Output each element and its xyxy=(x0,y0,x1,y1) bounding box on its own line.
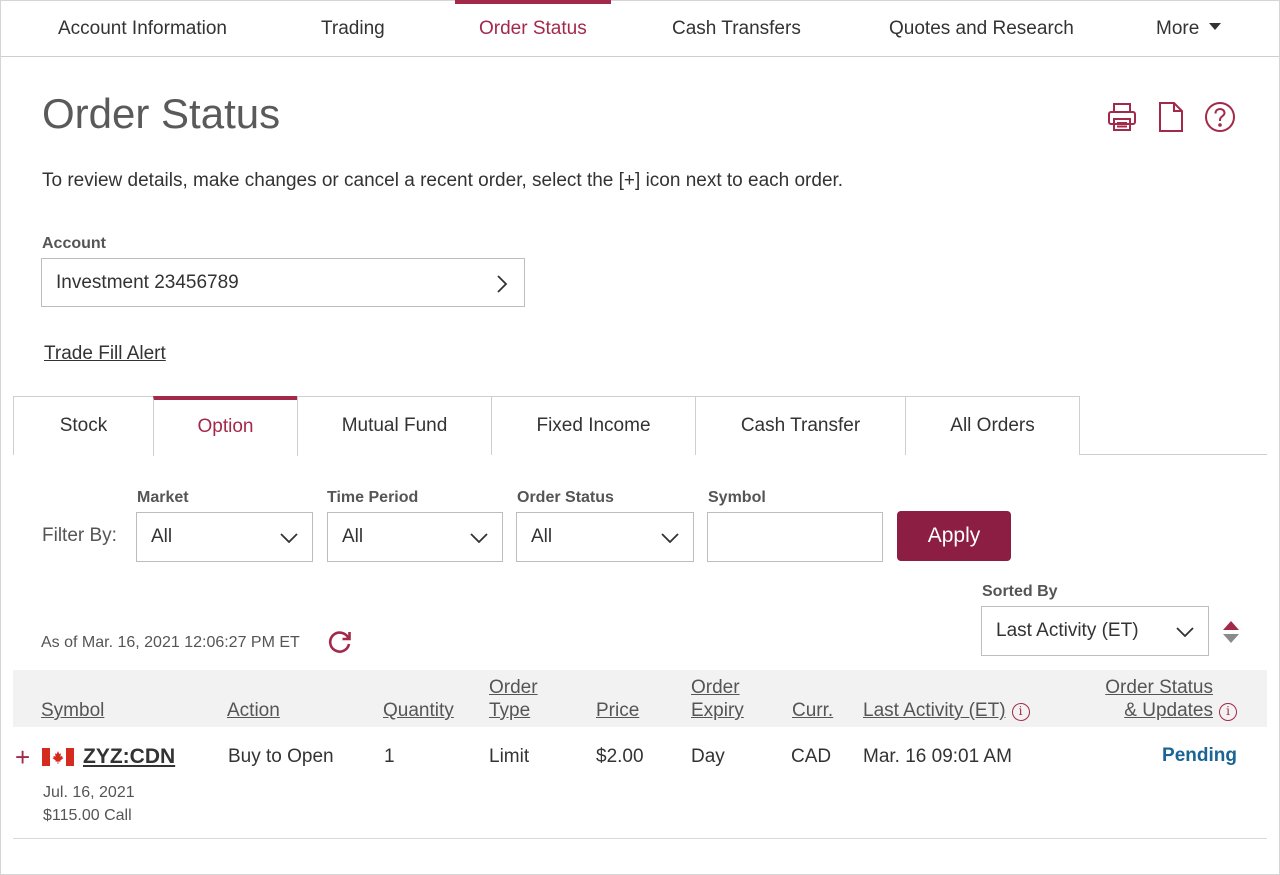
top-nav: Account Information Trading Order Status… xyxy=(1,0,1279,57)
order-status-label: Order Status xyxy=(517,489,614,506)
expand-order-button[interactable]: + xyxy=(15,744,30,770)
header-symbol[interactable]: Symbol xyxy=(41,699,104,722)
sort-direction-toggle[interactable] xyxy=(1222,620,1240,649)
order-currency: CAD xyxy=(791,746,832,767)
header-order-status-line1: Order Status xyxy=(1105,677,1213,698)
market-value: All xyxy=(151,526,173,547)
nav-trading[interactable]: Trading xyxy=(321,0,385,56)
nav-more-label: More xyxy=(1156,18,1200,39)
order-quantity: 1 xyxy=(384,746,395,767)
filter-by-label: Filter By: xyxy=(42,525,117,546)
header-order-expiry-line1: Order xyxy=(691,677,740,698)
page-description: To review details, make changes or cance… xyxy=(42,170,844,191)
trade-fill-alert-link[interactable]: Trade Fill Alert xyxy=(44,343,166,365)
market-label: Market xyxy=(137,489,189,506)
order-price: $2.00 xyxy=(596,746,644,767)
chevron-down-icon xyxy=(470,533,488,543)
option-strike: $115.00 Call xyxy=(43,807,132,824)
sorted-by-label: Sorted By xyxy=(982,583,1058,600)
time-period-select[interactable]: All xyxy=(327,512,503,562)
order-status-value: All xyxy=(531,526,553,547)
option-expiry-date: Jul. 16, 2021 xyxy=(43,784,135,801)
row-divider xyxy=(13,838,1267,839)
order-expiry: Day xyxy=(691,746,725,767)
page-title: Order Status xyxy=(42,90,281,137)
account-value: Investment 23456789 xyxy=(56,272,239,293)
refresh-icon[interactable] xyxy=(327,629,353,660)
header-last-activity[interactable]: Last Activity (ET) i xyxy=(863,699,1030,722)
header-currency[interactable]: Curr. xyxy=(792,699,833,722)
market-select[interactable]: All xyxy=(136,512,313,562)
nav-cash-transfers[interactable]: Cash Transfers xyxy=(672,0,801,56)
header-order-type[interactable]: Order Type xyxy=(489,676,538,722)
document-icon[interactable] xyxy=(1156,101,1186,138)
nav-account-information[interactable]: Account Information xyxy=(58,0,227,56)
tab-all-orders[interactable]: All Orders xyxy=(905,396,1080,455)
header-action[interactable]: Action xyxy=(227,699,280,722)
as-of-timestamp: As of Mar. 16, 2021 12:06:27 PM ET xyxy=(41,634,300,651)
tab-option[interactable]: Option xyxy=(153,396,298,456)
chevron-down-icon xyxy=(661,533,679,543)
account-label: Account xyxy=(42,235,106,252)
tab-stock[interactable]: Stock xyxy=(13,396,154,455)
header-last-activity-label: Last Activity (ET) xyxy=(863,700,1006,721)
time-period-label: Time Period xyxy=(327,489,419,506)
sorted-by-select[interactable]: Last Activity (ET) xyxy=(981,606,1209,656)
tab-cash-transfer[interactable]: Cash Transfer xyxy=(695,396,906,455)
sorted-by-value: Last Activity (ET) xyxy=(996,620,1139,641)
account-selector[interactable]: Investment 23456789 xyxy=(41,258,525,307)
header-order-expiry[interactable]: Order Expiry xyxy=(691,676,744,722)
header-quantity[interactable]: Quantity xyxy=(383,699,454,722)
chevron-down-icon xyxy=(1176,627,1194,637)
nav-order-status[interactable]: Order Status xyxy=(455,0,611,56)
nav-quotes-and-research[interactable]: Quotes and Research xyxy=(889,0,1074,56)
orders-table-header: Symbol Action Quantity Order Type Price … xyxy=(13,670,1267,727)
print-icon[interactable] xyxy=(1106,101,1138,138)
nav-more[interactable]: More xyxy=(1156,0,1222,56)
time-period-value: All xyxy=(342,526,364,547)
caret-down-icon xyxy=(1209,23,1222,31)
sort-arrows-icon xyxy=(1223,621,1239,643)
info-icon[interactable]: i xyxy=(1219,703,1237,721)
header-order-expiry-line2: Expiry xyxy=(691,700,744,721)
apply-button[interactable]: Apply xyxy=(897,511,1011,561)
order-last-activity: Mar. 16 09:01 AM xyxy=(863,746,1012,767)
tab-mutual-fund[interactable]: Mutual Fund xyxy=(297,396,492,455)
header-price[interactable]: Price xyxy=(596,699,639,722)
canada-flag-icon xyxy=(42,748,74,771)
header-order-type-line2: Type xyxy=(489,700,531,721)
order-symbol-link[interactable]: ZYZ:CDN xyxy=(83,745,175,769)
order-action: Buy to Open xyxy=(228,746,334,767)
chevron-right-icon xyxy=(497,275,508,293)
order-type-tabs: Stock Option Mutual Fund Fixed Income Ca… xyxy=(13,396,1267,456)
symbol-input[interactable] xyxy=(707,512,883,562)
header-order-type-line1: Order xyxy=(489,677,538,698)
symbol-label: Symbol xyxy=(708,489,766,506)
tab-fixed-income[interactable]: Fixed Income xyxy=(491,396,696,455)
header-order-status[interactable]: Order Status & Updates i xyxy=(1105,676,1237,722)
help-icon[interactable] xyxy=(1204,101,1236,138)
chevron-down-icon xyxy=(280,533,298,543)
order-status-badge[interactable]: Pending xyxy=(1162,745,1237,767)
order-status-select[interactable]: All xyxy=(516,512,694,562)
header-order-status-line2: & Updates xyxy=(1124,700,1213,721)
order-type: Limit xyxy=(489,746,530,767)
info-icon[interactable]: i xyxy=(1011,703,1030,721)
